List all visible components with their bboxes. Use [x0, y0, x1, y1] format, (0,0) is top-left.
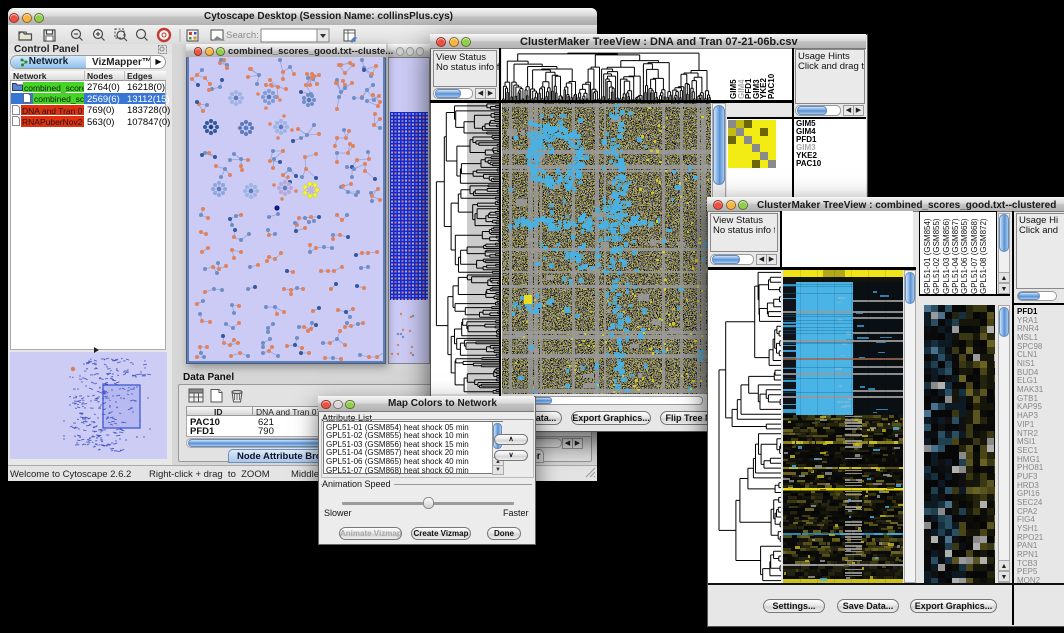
svg-text:Search:: Search:: [226, 30, 259, 41]
